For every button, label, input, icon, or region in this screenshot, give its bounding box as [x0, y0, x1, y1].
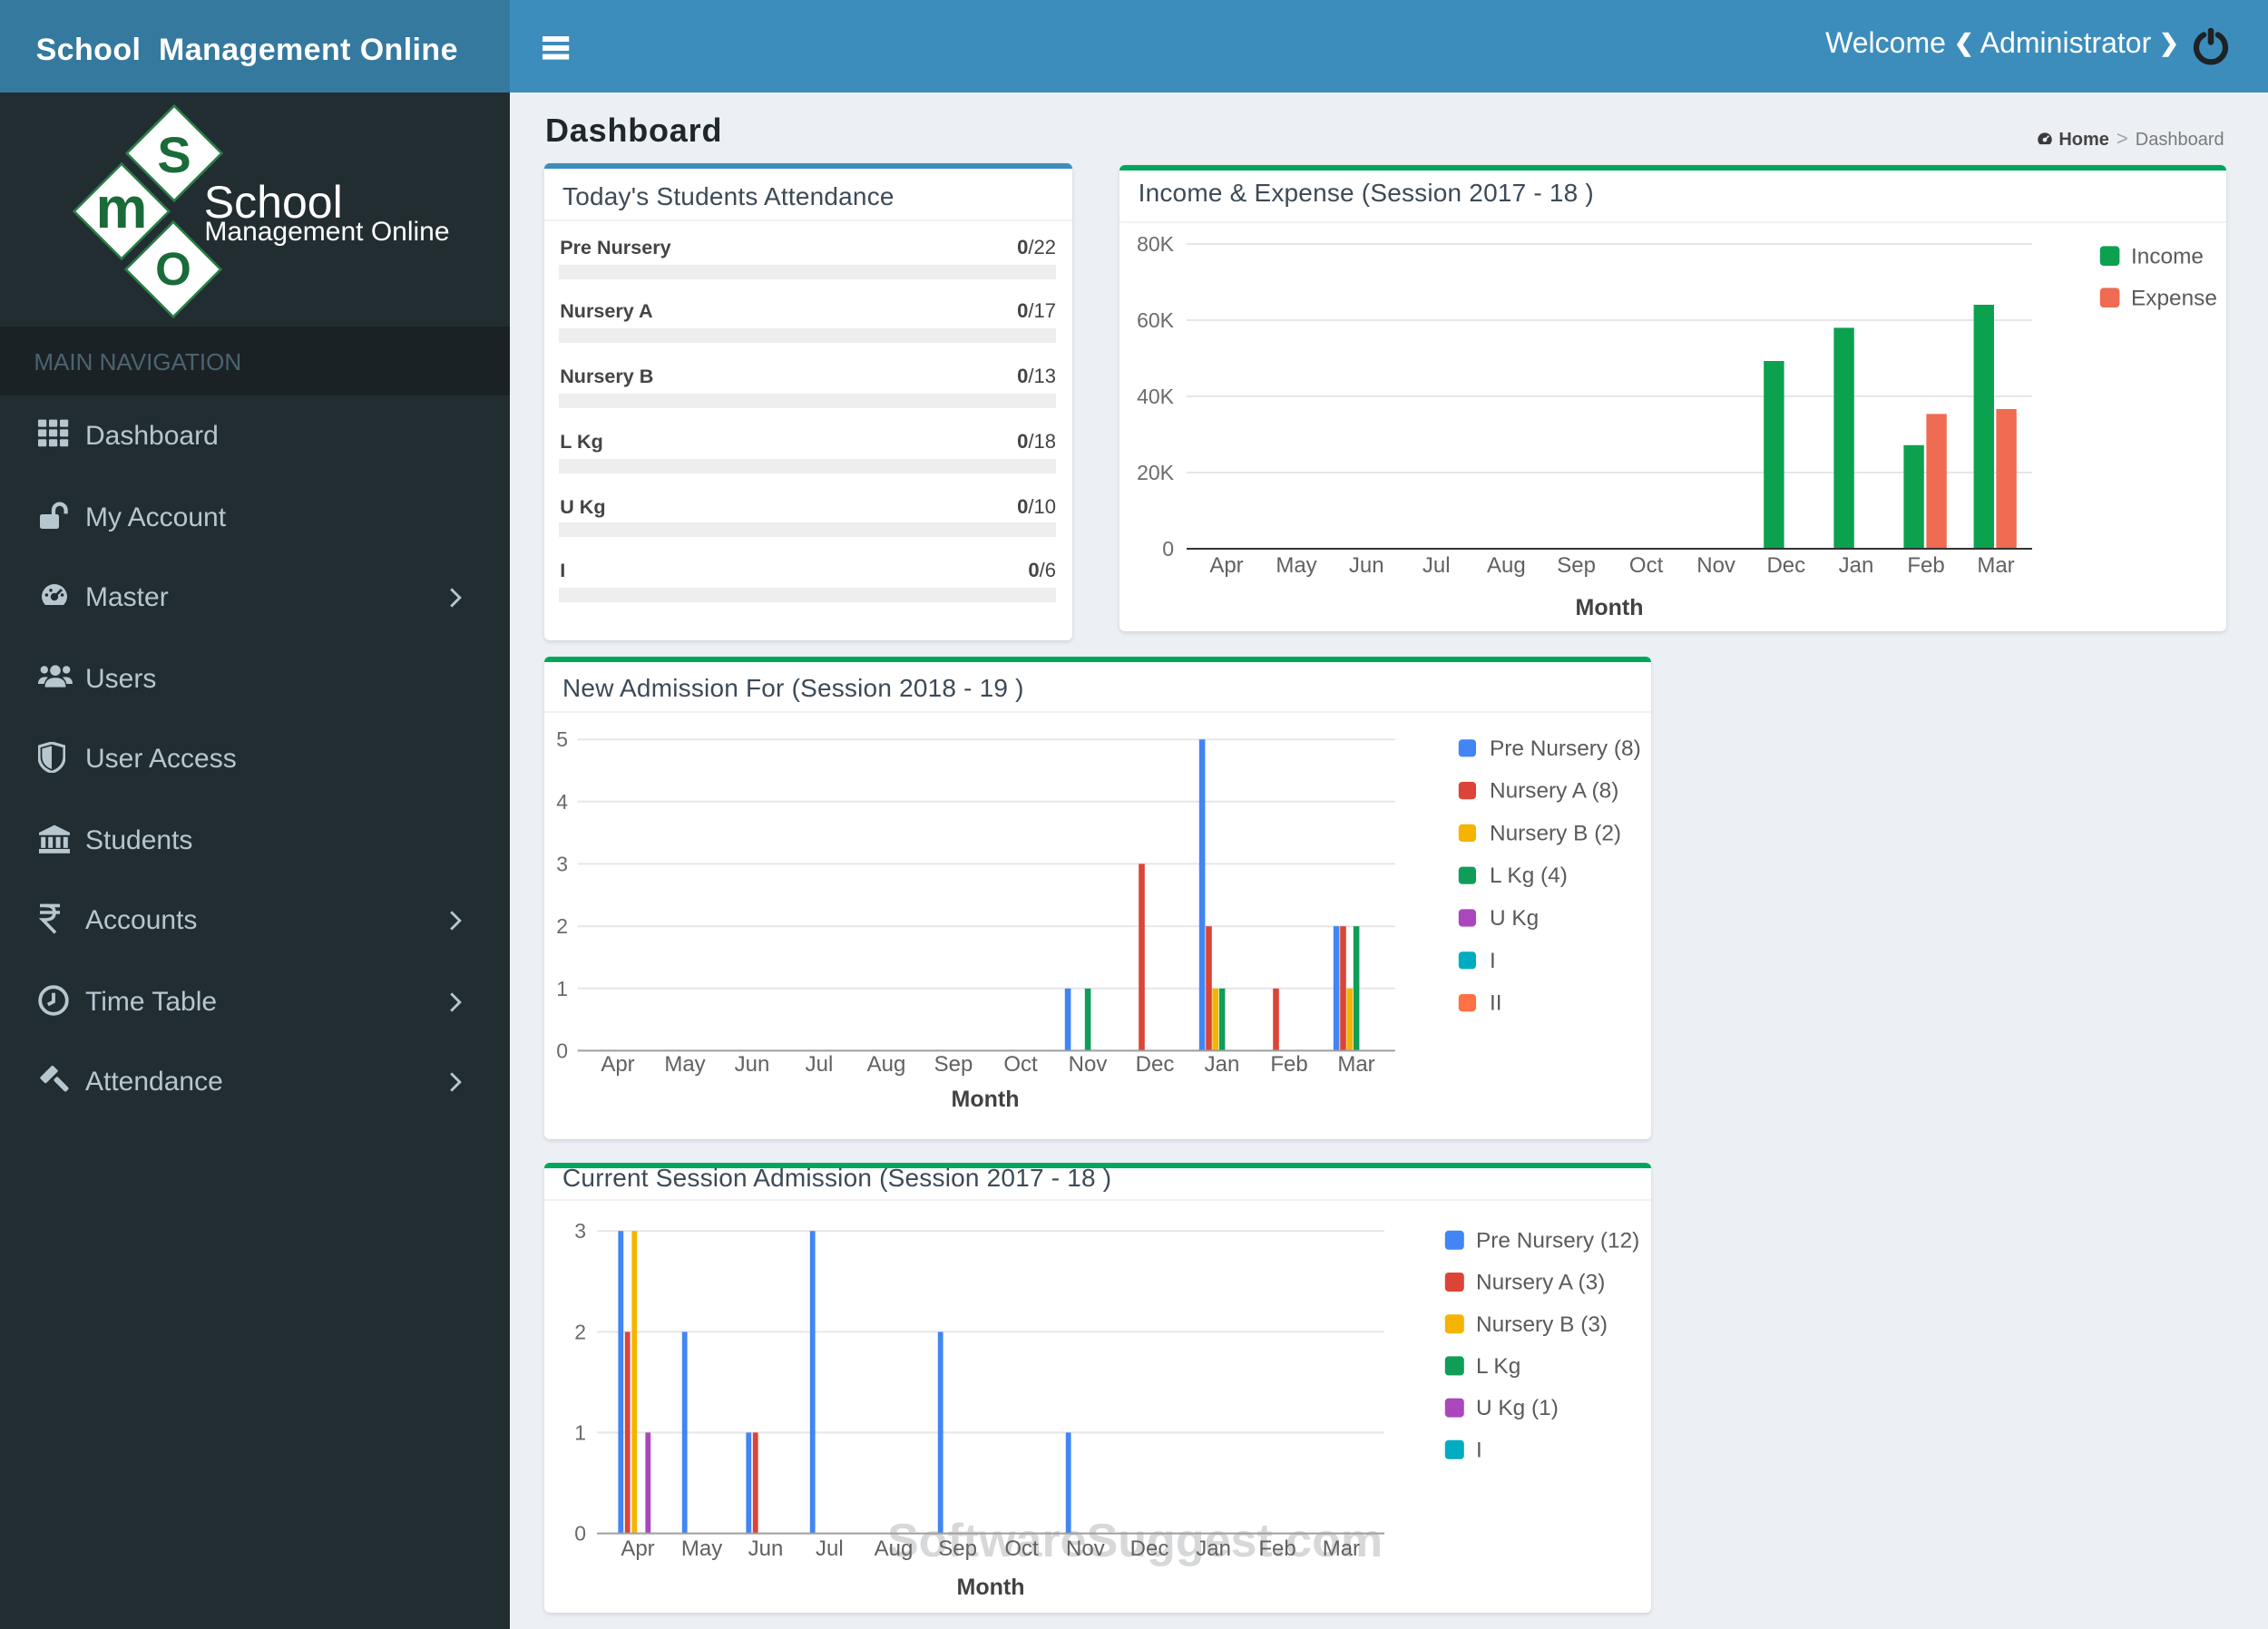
svg-text:S: S [157, 126, 191, 183]
svg-text:m: m [96, 175, 148, 240]
svg-text:O: O [155, 243, 191, 295]
svg-text:Management Online: Management Online [204, 217, 449, 247]
